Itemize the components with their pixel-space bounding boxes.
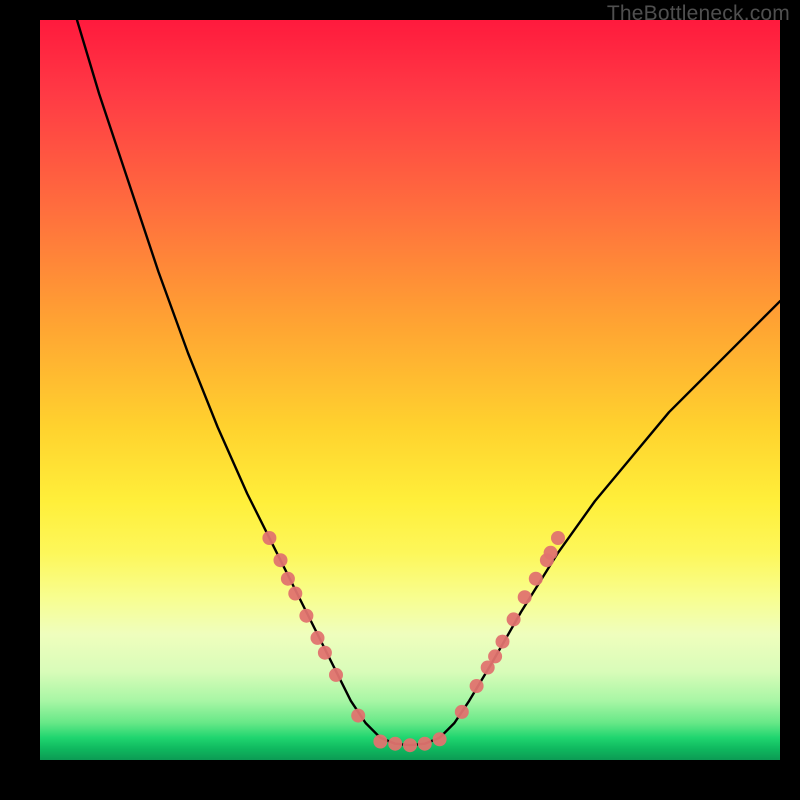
data-marker [470, 679, 484, 693]
data-marker [418, 737, 432, 751]
data-marker [329, 668, 343, 682]
chart-frame: TheBottleneck.com [0, 0, 800, 800]
data-marker [299, 609, 313, 623]
bottleneck-curve-path [77, 20, 780, 745]
data-marker [318, 646, 332, 660]
data-marker [544, 546, 558, 560]
data-marker [496, 635, 510, 649]
data-marker [433, 732, 447, 746]
plot-area [40, 20, 780, 760]
data-marker [262, 531, 276, 545]
data-marker [455, 705, 469, 719]
data-markers [262, 531, 565, 752]
data-marker [373, 735, 387, 749]
data-marker [288, 587, 302, 601]
data-marker [551, 531, 565, 545]
data-marker [518, 590, 532, 604]
data-marker [403, 738, 417, 752]
data-marker [311, 631, 325, 645]
data-marker [281, 572, 295, 586]
bottleneck-curve [77, 20, 780, 745]
data-marker [529, 572, 543, 586]
data-marker [274, 553, 288, 567]
data-marker [488, 649, 502, 663]
data-marker [388, 737, 402, 751]
chart-svg [40, 20, 780, 760]
data-marker [507, 612, 521, 626]
data-marker [351, 709, 365, 723]
